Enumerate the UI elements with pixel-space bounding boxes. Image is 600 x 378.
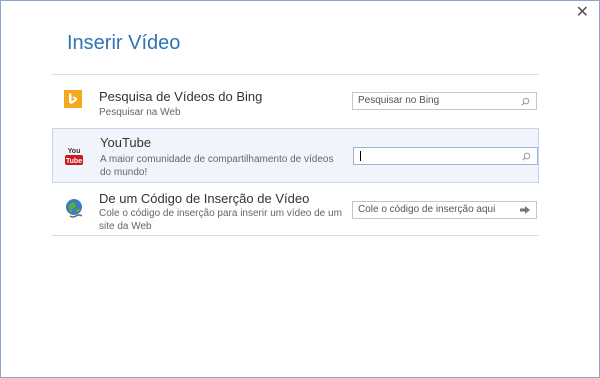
bing-icon bbox=[64, 90, 82, 108]
search-icon[interactable] bbox=[520, 148, 532, 164]
search-icon[interactable] bbox=[519, 93, 531, 109]
close-icon[interactable]: ✕ bbox=[576, 5, 589, 21]
youtube-option-name: YouTube bbox=[100, 135, 152, 150]
svg-text:Tube: Tube bbox=[66, 158, 82, 165]
embed-option-name: De um Código de Inserção de Vídeo bbox=[99, 191, 310, 206]
insert-arrow-icon[interactable] bbox=[519, 202, 531, 218]
bing-search-placeholder: Pesquisar no Bing bbox=[358, 95, 440, 106]
bing-video-search-row: Pesquisa de Vídeos do Bing Pesquisar na … bbox=[52, 85, 539, 121]
youtube-option-description: A maior comunidade de compartilhamento d… bbox=[100, 154, 334, 178]
youtube-icon: You Tube bbox=[65, 145, 83, 167]
text-caret bbox=[360, 151, 361, 161]
youtube-row[interactable]: You Tube YouTube A maior comunidade de c… bbox=[52, 128, 539, 183]
bing-search-input[interactable]: Pesquisar no Bing bbox=[352, 92, 537, 110]
youtube-search-input[interactable] bbox=[353, 147, 538, 165]
insert-video-dialog: ✕ Inserir Vídeo Pesquisa de Vídeos do Bi… bbox=[0, 0, 600, 378]
bing-option-name: Pesquisa de Vídeos do Bing bbox=[99, 89, 263, 104]
globe-link-icon bbox=[64, 197, 86, 219]
embed-code-input[interactable]: Cole o código de inserção aqui bbox=[352, 201, 537, 219]
divider bbox=[52, 74, 539, 75]
embed-option-description: Cole o código de inserção para inserir u… bbox=[99, 208, 342, 232]
svg-text:You: You bbox=[68, 148, 81, 155]
bing-option-description: Pesquisar na Web bbox=[99, 107, 181, 118]
dialog-title: Inserir Vídeo bbox=[67, 32, 181, 54]
embed-code-row: De um Código de Inserção de Vídeo Cole o… bbox=[52, 187, 539, 235]
embed-code-placeholder: Cole o código de inserção aqui bbox=[358, 204, 496, 215]
divider bbox=[52, 235, 539, 236]
